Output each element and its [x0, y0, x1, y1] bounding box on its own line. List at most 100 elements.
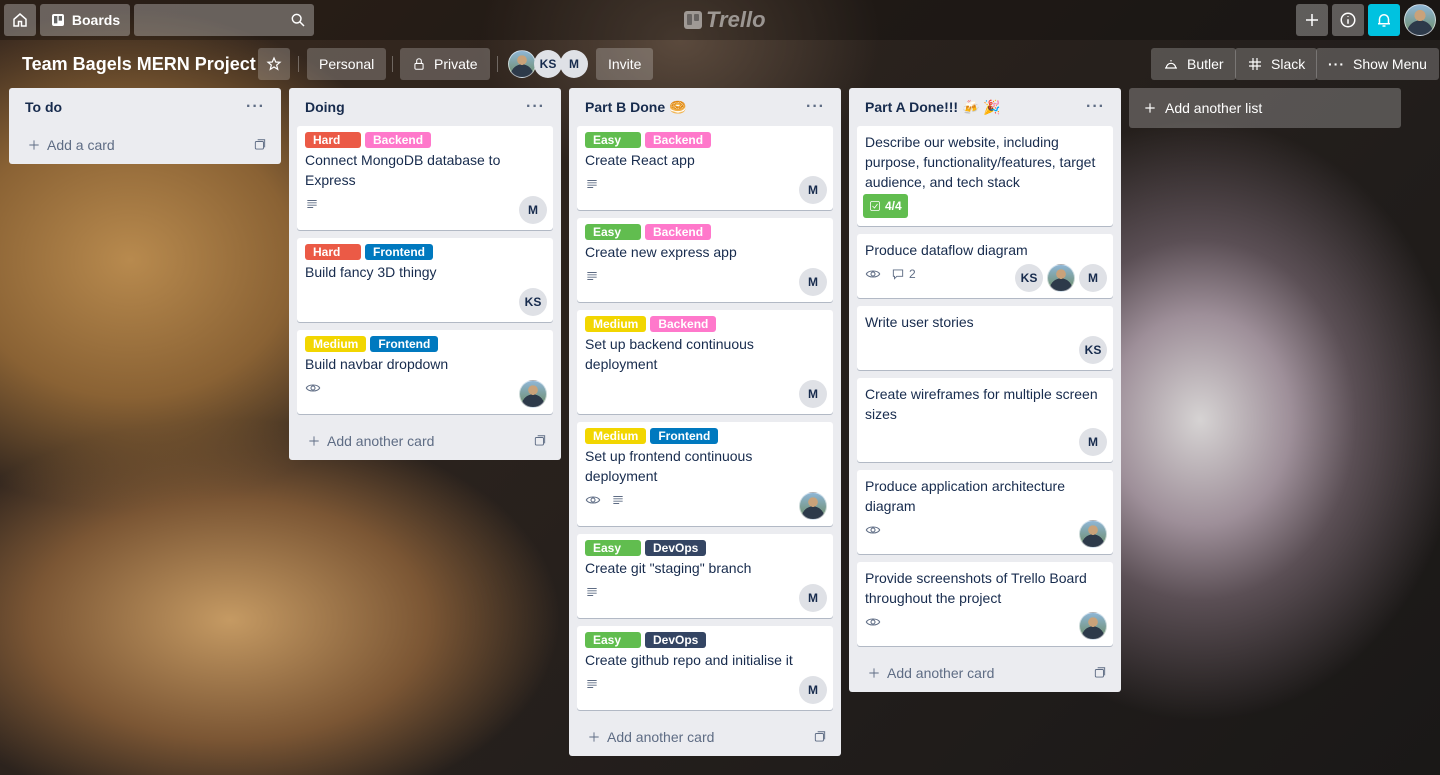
card-template-icon[interactable] — [813, 730, 827, 744]
trello-logo[interactable]: Trello — [684, 7, 766, 32]
card[interactable]: Medium Frontend Set up frontend continuo… — [577, 422, 833, 526]
description-icon — [587, 272, 597, 280]
card-label[interactable]: Easy — [585, 224, 641, 240]
board-member-avatar[interactable] — [508, 50, 536, 78]
card-label[interactable]: Easy — [585, 632, 641, 648]
list-title[interactable]: Doing — [305, 99, 345, 115]
card[interactable]: Medium Frontend Build navbar dropdown — [297, 330, 553, 414]
add-card-button[interactable]: Add another card — [297, 422, 553, 460]
list-header[interactable]: Part A Done!!! 🍻 🎉 ··· — [857, 88, 1113, 126]
card-template-icon[interactable] — [1093, 666, 1107, 680]
list-title[interactable]: Part B Done 🥯 — [585, 99, 686, 116]
list-menu-icon[interactable]: ··· — [800, 98, 831, 116]
card-label[interactable]: DevOps — [645, 632, 707, 648]
card[interactable]: Produce dataflow diagram 2 KS M — [857, 234, 1113, 298]
card-member-avatar[interactable]: M — [799, 176, 827, 204]
list-menu-icon[interactable]: ··· — [1080, 98, 1111, 116]
card-label[interactable]: Easy — [585, 540, 641, 556]
card-label[interactable]: Hard — [305, 244, 361, 260]
add-card-button[interactable]: Add another card — [857, 654, 1113, 692]
add-card-label: Add another card — [887, 665, 995, 681]
card-member-avatar[interactable]: KS — [1015, 264, 1043, 292]
list-todo: To do ··· Add a card — [9, 88, 281, 164]
add-card-button[interactable]: Add a card — [17, 126, 273, 164]
list-title[interactable]: Part A Done!!! 🍻 🎉 — [865, 99, 1001, 116]
list-title[interactable]: To do — [25, 99, 62, 115]
star-board-button[interactable] — [258, 48, 290, 80]
card-member-avatar[interactable]: M — [799, 380, 827, 408]
card-label[interactable]: Backend — [645, 132, 712, 148]
home-button[interactable] — [4, 4, 36, 36]
card[interactable]: Write user stories KS — [857, 306, 1113, 370]
card[interactable]: Describe our website, including purpose,… — [857, 126, 1113, 226]
card-member-avatar[interactable]: M — [799, 268, 827, 296]
list-header[interactable]: Part B Done 🥯 ··· — [577, 88, 833, 126]
card[interactable]: Provide screenshots of Trello Board thro… — [857, 562, 1113, 646]
card-label[interactable]: Frontend — [650, 428, 719, 444]
plus-icon — [29, 140, 39, 150]
add-card-button[interactable]: Add another card — [577, 718, 833, 756]
privacy-button[interactable]: Private — [400, 48, 490, 80]
card-member-avatar[interactable]: KS — [1079, 336, 1107, 364]
list-menu-icon[interactable]: ··· — [520, 98, 551, 116]
card-member-avatar[interactable]: M — [519, 196, 547, 224]
watch-icon — [305, 384, 321, 392]
card-member-avatar[interactable] — [1047, 264, 1075, 292]
team-visibility-button[interactable]: Personal — [307, 48, 387, 80]
card-label[interactable]: DevOps — [645, 540, 707, 556]
card-label[interactable]: Backend — [365, 132, 432, 148]
card-member-avatar[interactable]: M — [1079, 264, 1107, 292]
card[interactable]: Medium Backend Set up backend continuous… — [577, 310, 833, 414]
boards-button[interactable]: Boards — [40, 4, 130, 36]
notifications-button[interactable] — [1368, 4, 1400, 36]
show-menu-button[interactable]: ··· Show Menu — [1316, 48, 1439, 80]
board-title[interactable]: Team Bagels MERN Project — [12, 48, 266, 80]
butler-button[interactable]: Butler — [1151, 48, 1236, 80]
search-input[interactable] — [134, 4, 314, 36]
watch-icon — [865, 526, 881, 534]
slack-button[interactable]: Slack — [1235, 48, 1318, 80]
add-list-button[interactable]: Add another list — [1129, 88, 1401, 128]
list-header[interactable]: Doing ··· — [297, 88, 553, 126]
card[interactable]: Create wireframes for multiple screen si… — [857, 378, 1113, 462]
card[interactable]: Easy Backend Create React app M — [577, 126, 833, 210]
list-header[interactable]: To do ··· — [17, 88, 273, 126]
board-member-avatar[interactable]: KS — [534, 50, 562, 78]
card[interactable]: Easy DevOps Create github repo and initi… — [577, 626, 833, 710]
card-label[interactable]: Medium — [585, 428, 647, 444]
card-label[interactable]: Backend — [645, 224, 712, 240]
card-label[interactable]: Backend — [650, 316, 717, 332]
card-member-avatar[interactable]: M — [799, 676, 827, 704]
search-box[interactable] — [134, 4, 314, 36]
create-button[interactable] — [1296, 4, 1328, 36]
checkbox-icon — [870, 201, 880, 211]
user-avatar[interactable] — [1404, 4, 1436, 36]
card-label[interactable]: Easy — [585, 132, 641, 148]
card-member-avatar[interactable] — [519, 380, 547, 408]
info-button[interactable] — [1332, 4, 1364, 36]
card[interactable]: Hard Frontend Build fancy 3D thingy KS — [297, 238, 553, 322]
card[interactable]: Easy DevOps Create git "staging" branch … — [577, 534, 833, 618]
card-member-avatar[interactable]: M — [1079, 428, 1107, 456]
card-label[interactable]: Frontend — [370, 336, 439, 352]
card-member-avatar[interactable]: KS — [519, 288, 547, 316]
card-label[interactable]: Hard — [305, 132, 361, 148]
card[interactable]: Hard Backend Connect MongoDB database to… — [297, 126, 553, 230]
add-list-label: Add another list — [1165, 100, 1263, 116]
board-member-avatar[interactable]: M — [560, 50, 588, 78]
list-menu-icon[interactable]: ··· — [240, 98, 271, 116]
card-member-avatar[interactable] — [1079, 612, 1107, 640]
card-member-avatar[interactable] — [1079, 520, 1107, 548]
slack-icon — [1249, 58, 1261, 70]
card-title: Build fancy 3D thingy — [305, 264, 437, 280]
card-template-icon[interactable] — [253, 138, 267, 152]
card-member-avatar[interactable]: M — [799, 584, 827, 612]
card-label[interactable]: Frontend — [365, 244, 433, 260]
invite-button[interactable]: Invite — [596, 48, 654, 80]
card-label[interactable]: Medium — [585, 316, 647, 332]
card-member-avatar[interactable] — [799, 492, 827, 520]
card-label[interactable]: Medium — [305, 336, 367, 352]
card[interactable]: Produce application architecture diagram — [857, 470, 1113, 554]
card-template-icon[interactable] — [533, 434, 547, 448]
card[interactable]: Easy Backend Create new express app M — [577, 218, 833, 302]
